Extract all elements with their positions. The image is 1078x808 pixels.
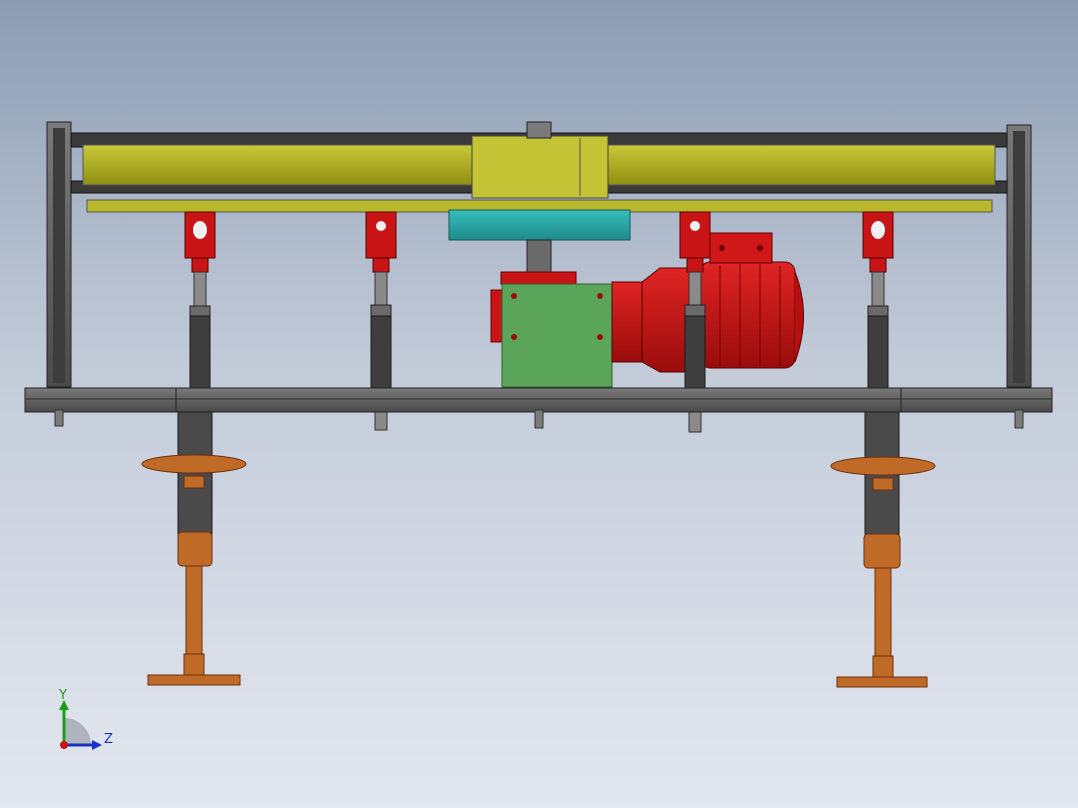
base-foot-right[interactable]: [836, 676, 928, 688]
clevis-cylinder-1[interactable]: [184, 211, 216, 389]
teal-pulley[interactable]: [448, 209, 631, 273]
coordinate-triad[interactable]: Y Z: [58, 688, 113, 750]
top-shaft-cap[interactable]: [526, 121, 552, 139]
z-axis-label: Z: [104, 732, 113, 747]
center-drive-housing[interactable]: [471, 135, 609, 199]
assembly-drawing[interactable]: Y Z: [0, 0, 1078, 808]
cad-viewport[interactable]: Y Z: [0, 0, 1078, 808]
handwheel-left[interactable]: [141, 454, 247, 474]
base-foot-left[interactable]: [147, 674, 241, 686]
triad-origin: [60, 741, 68, 749]
handwheel-jack-right[interactable]: [830, 411, 936, 688]
green-gearbox[interactable]: [490, 271, 613, 388]
y-axis-label: Y: [58, 688, 67, 703]
handwheel-jack-left[interactable]: [141, 411, 247, 686]
clevis-cylinder-4[interactable]: [862, 211, 894, 389]
handwheel-right[interactable]: [830, 456, 936, 476]
